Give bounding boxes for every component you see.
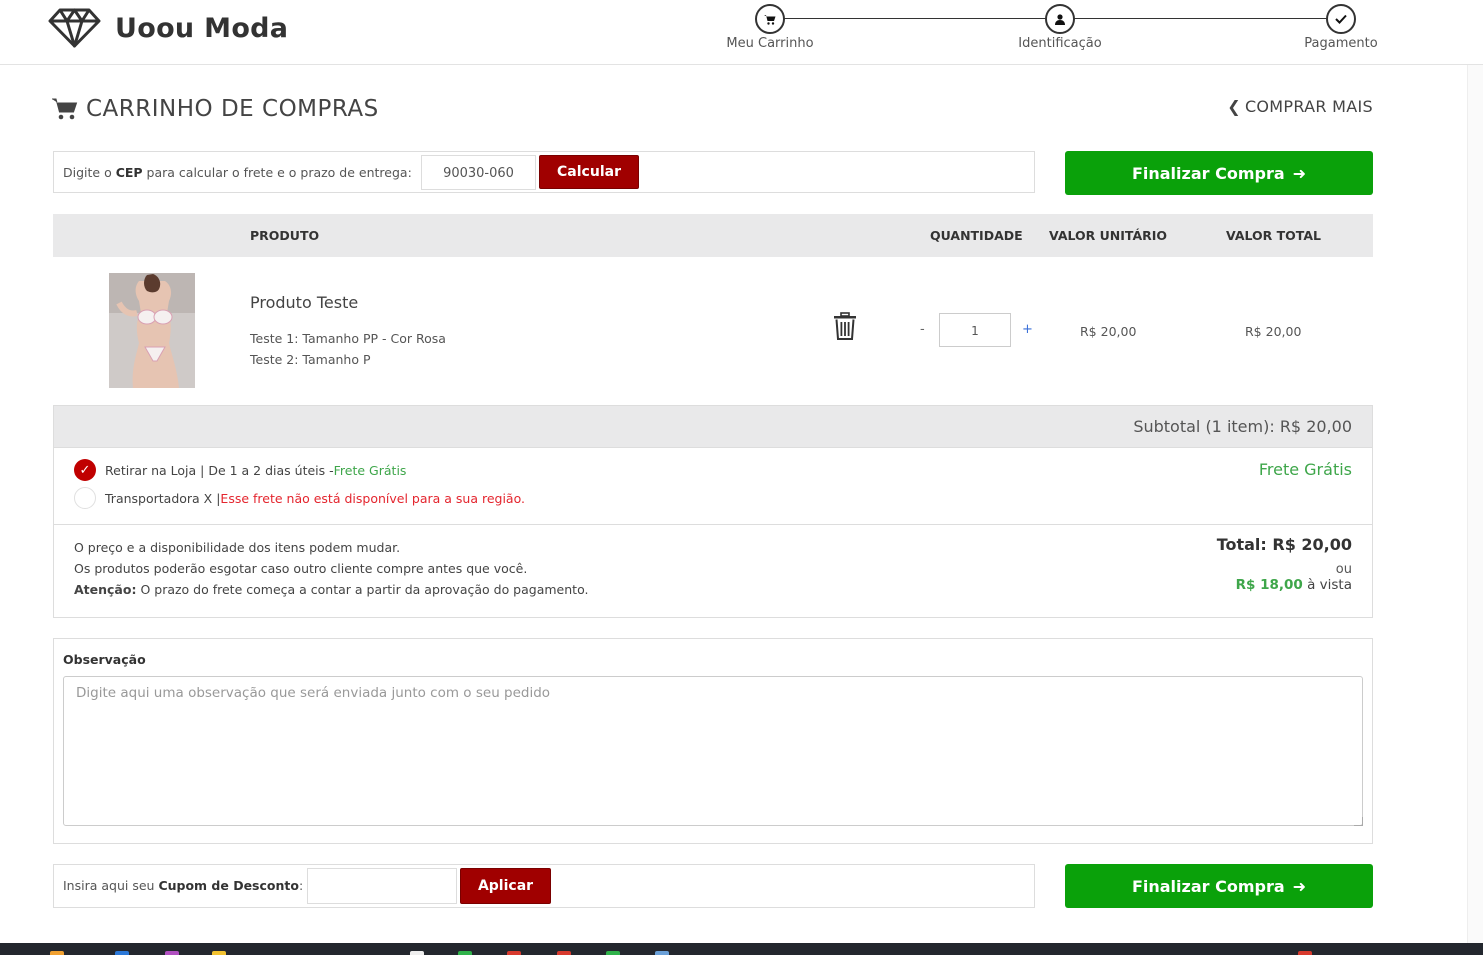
- total-price: R$ 20,00: [1245, 324, 1302, 339]
- price-notes: O preço e a disponibilidade dos itens po…: [74, 537, 588, 600]
- cep-label: Digite o CEP para calcular o frete e o p…: [63, 164, 412, 180]
- user-icon: [1045, 4, 1075, 34]
- product-variant: Teste 1: Tamanho PP - Cor Rosa: [250, 331, 446, 346]
- order-summary: Subtotal (1 item): R$ 20,00 ✓ Retirar na…: [53, 405, 1373, 618]
- unit-price: R$ 20,00: [1080, 324, 1137, 339]
- product-variant: Teste 2: Tamanho P: [250, 352, 371, 367]
- taskbar-app-icon[interactable]: [410, 951, 424, 955]
- header-unit-price: VALOR UNITÁRIO: [1049, 228, 1168, 243]
- checkout-button-bottom[interactable]: Finalizar Compra ➜: [1065, 864, 1373, 908]
- shipping-price: Frete Grátis: [1258, 460, 1352, 479]
- radio-unchecked-icon[interactable]: [74, 487, 96, 509]
- subtotal-text: Subtotal (1 item): R$ 20,00: [1133, 417, 1352, 436]
- os-taskbar: [0, 943, 1483, 955]
- taskbar-app-icon[interactable]: [50, 951, 64, 955]
- checkout-button-top[interactable]: Finalizar Compra ➜: [1065, 151, 1373, 195]
- step-label: Pagamento: [1304, 36, 1378, 51]
- cep-input[interactable]: 90030-060: [421, 155, 536, 190]
- apply-coupon-button[interactable]: Aplicar: [460, 868, 551, 904]
- taskbar-app-icon[interactable]: [115, 951, 129, 955]
- cart-icon: [755, 4, 785, 34]
- step-identification[interactable]: Identificação: [1010, 4, 1110, 51]
- taskbar-app-icon[interactable]: [507, 951, 521, 955]
- shop-more-label: COMPRAR MAIS: [1244, 97, 1373, 116]
- check-icon: [1326, 4, 1356, 34]
- brand-logo[interactable]: Uoou Moda: [48, 8, 288, 48]
- resize-handle-icon[interactable]: [1354, 817, 1363, 826]
- shop-more-link[interactable]: ❮ COMPRAR MAIS: [1227, 97, 1373, 116]
- cash-price: R$ 18,00 à vista: [1235, 577, 1352, 593]
- site-header: Uoou Moda Meu Carrinho Identificação Pag…: [0, 0, 1483, 65]
- note-line: Os produtos poderão esgotar caso outro c…: [74, 561, 528, 576]
- checkout-label: Finalizar Compra: [1131, 876, 1285, 896]
- observation-label: Observação: [63, 652, 146, 667]
- product-image[interactable]: [109, 273, 195, 388]
- quantity-increase-button[interactable]: +: [1022, 322, 1033, 337]
- taskbar-app-icon[interactable]: [212, 951, 226, 955]
- chevron-left-icon: ❮: [1227, 97, 1241, 116]
- shipping-option-carrier[interactable]: Transportadora X | Esse frete não está d…: [74, 487, 525, 509]
- subtotal-bar: Subtotal (1 item): R$ 20,00: [54, 406, 1372, 448]
- radio-checked-icon[interactable]: ✓: [74, 459, 96, 481]
- shopping-cart-icon: [52, 98, 78, 120]
- coupon-label: Insira aqui seu Cupom de Desconto:: [63, 878, 304, 893]
- quantity-decrease-button[interactable]: -: [920, 322, 925, 337]
- product-name[interactable]: Produto Teste: [250, 293, 358, 312]
- coupon-input[interactable]: [307, 868, 457, 904]
- observation-section: Observação Digite aqui uma observação qu…: [53, 638, 1373, 844]
- header-product: PRODUTO: [250, 228, 320, 243]
- header-total-price: VALOR TOTAL: [1226, 228, 1321, 243]
- page-title: CARRINHO DE COMPRAS: [52, 96, 379, 122]
- observation-textarea[interactable]: Digite aqui uma observação que será envi…: [63, 676, 1363, 826]
- taskbar-app-icon[interactable]: [458, 951, 472, 955]
- shipping-option-label: Retirar na Loja | De 1 a 2 dias úteis -: [105, 462, 334, 478]
- taskbar-app-icon[interactable]: [1298, 951, 1312, 955]
- step-payment[interactable]: Pagamento: [1296, 4, 1386, 51]
- step-label: Meu Carrinho: [726, 36, 814, 51]
- shipping-option-label: Transportadora X |: [105, 490, 221, 506]
- or-label: ou: [1335, 562, 1352, 577]
- page-scrollbar[interactable]: [1467, 65, 1483, 943]
- arrow-right-icon: ➜: [1292, 876, 1307, 896]
- brand-name: Uoou Moda: [115, 12, 289, 44]
- attention-note: Atenção: O prazo do frete começa a conta…: [74, 582, 589, 597]
- checkout-steps: Meu Carrinho Identificação Pagamento: [720, 4, 1390, 60]
- step-cart[interactable]: Meu Carrinho: [720, 4, 820, 51]
- shipping-option-note: Frete Grátis: [333, 462, 407, 478]
- taskbar-app-icon[interactable]: [165, 951, 179, 955]
- order-total: Total: R$ 20,00: [1216, 535, 1352, 554]
- header-quantity: QUANTIDADE: [930, 228, 1023, 243]
- shipping-option-pickup[interactable]: ✓ Retirar na Loja | De 1 a 2 dias úteis …: [74, 459, 406, 481]
- checkout-label: Finalizar Compra: [1131, 163, 1285, 183]
- taskbar-app-icon[interactable]: [606, 951, 620, 955]
- divider: [54, 524, 1372, 525]
- coupon-section: Insira aqui seu Cupom de Desconto: Aplic…: [53, 864, 1035, 908]
- shipping-unavailable-note: Esse frete não está disponível para a su…: [220, 490, 525, 506]
- cep-calculator: Digite o CEP para calcular o frete e o p…: [53, 151, 1035, 193]
- page-title-text: CARRINHO DE COMPRAS: [86, 96, 379, 122]
- cart-table-header: PRODUTO QUANTIDADE VALOR UNITÁRIO VALOR …: [53, 214, 1373, 257]
- diamond-icon: [48, 8, 101, 48]
- taskbar-app-icon[interactable]: [655, 951, 669, 955]
- calculate-button[interactable]: Calcular: [539, 155, 639, 189]
- taskbar-app-icon[interactable]: [557, 951, 571, 955]
- quantity-input[interactable]: 1: [939, 313, 1011, 347]
- note-line: O preço e a disponibilidade dos itens po…: [74, 540, 401, 555]
- step-label: Identificação: [1018, 36, 1102, 51]
- arrow-right-icon: ➜: [1292, 163, 1307, 183]
- trash-icon[interactable]: [833, 312, 857, 340]
